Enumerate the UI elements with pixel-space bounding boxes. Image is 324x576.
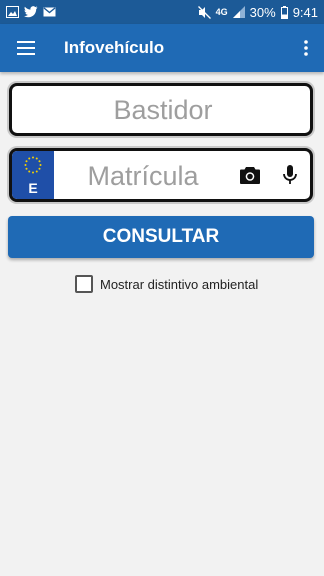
- matricula-field[interactable]: E: [9, 148, 313, 202]
- battery-icon: [280, 5, 288, 19]
- image-icon: [6, 6, 19, 18]
- gmail-icon: [43, 7, 56, 17]
- consultar-button[interactable]: CONSULTAR: [8, 216, 314, 258]
- twitter-icon: [24, 6, 38, 18]
- status-bar: 4G 30% 9:41: [0, 0, 324, 24]
- network-type: 4G: [215, 7, 228, 17]
- hamburger-menu-icon[interactable]: [0, 24, 52, 72]
- signal-icon: [232, 6, 245, 18]
- camera-icon[interactable]: [230, 151, 270, 199]
- eu-plate-band: E: [12, 151, 54, 199]
- mute-icon: [197, 5, 211, 19]
- app-title: Infovehículo: [64, 38, 165, 57]
- matricula-input[interactable]: [54, 151, 230, 199]
- microphone-icon[interactable]: [270, 151, 310, 199]
- environmental-label: Mostrar distintivo ambiental: [100, 276, 259, 292]
- environmental-badge-option[interactable]: Mostrar distintivo ambiental: [75, 274, 258, 294]
- bastidor-input[interactable]: [12, 86, 314, 135]
- app-bar: Infovehículo: [0, 24, 324, 72]
- eu-stars-icon: [23, 155, 43, 178]
- battery-percent: 30%: [249, 4, 276, 20]
- country-code: E: [28, 179, 38, 196]
- bastidor-field[interactable]: [9, 83, 314, 136]
- environmental-checkbox[interactable]: [75, 275, 93, 293]
- more-vert-icon[interactable]: [288, 24, 324, 72]
- clock: 9:41: [292, 4, 318, 20]
